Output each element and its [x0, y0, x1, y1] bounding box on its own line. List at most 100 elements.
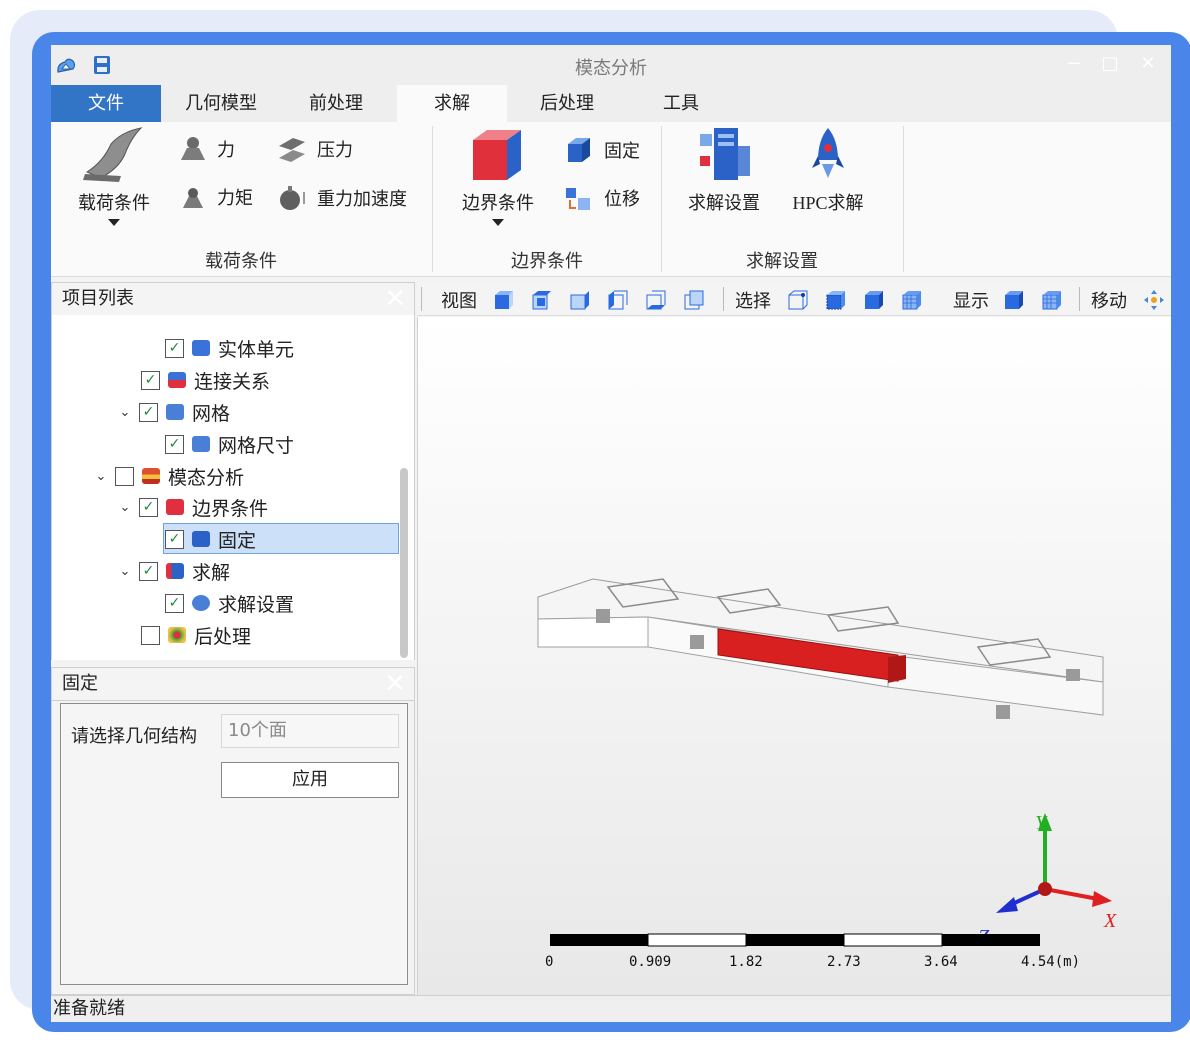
boundary-conditions-button[interactable]: 边界条件: [453, 126, 543, 226]
chevron-down-icon[interactable]: ⌄: [117, 564, 133, 579]
tab-solve[interactable]: 求解: [397, 85, 507, 122]
checkbox[interactable]: ✓: [139, 402, 158, 422]
moment-button[interactable]: 力矩: [179, 184, 253, 210]
select-mesh-icon[interactable]: [901, 289, 923, 311]
tree-item-label: 模态分析: [168, 466, 245, 489]
checkbox[interactable]: [115, 466, 134, 486]
load-group-label: 载荷条件: [205, 251, 277, 272]
select-label: 选择: [735, 291, 771, 312]
display-mesh-icon[interactable]: [1041, 289, 1063, 311]
scale-segment: [746, 934, 844, 946]
hpc-solve-button[interactable]: HPC求解: [783, 126, 873, 215]
pressure-icon: [279, 138, 305, 162]
move-arrows-icon[interactable]: [1143, 289, 1165, 311]
tree-item-solve-settings[interactable]: ✓ 求解设置: [165, 588, 294, 618]
close-button[interactable]: ✕: [1137, 53, 1159, 75]
select-point-icon[interactable]: [787, 289, 809, 311]
scale-segment: [550, 934, 648, 946]
scale-tick-label: 4.54(m): [1021, 954, 1081, 970]
moment-label: 力矩: [217, 188, 253, 209]
minimize-button[interactable]: −: [1063, 53, 1085, 75]
load-conditions-label: 载荷条件: [78, 193, 150, 214]
checkbox[interactable]: ✓: [165, 338, 184, 358]
chevron-down-icon[interactable]: ⌄: [117, 500, 133, 515]
checkbox[interactable]: ✓: [165, 529, 184, 549]
fixed-button[interactable]: 固定: [564, 136, 640, 164]
solve-settings-icon: [700, 128, 750, 180]
geometry-field[interactable]: 10个面: [221, 714, 399, 748]
apply-button[interactable]: 应用: [221, 762, 399, 798]
view-label: 视图: [441, 291, 477, 312]
tree-item-solid-element[interactable]: ✓ 实体单元: [165, 333, 294, 363]
tree-item-mesh[interactable]: ⌄ ✓ 网格: [117, 397, 230, 427]
3d-viewport[interactable]: Y X Z: [417, 317, 1171, 995]
tree-item-label: 网格尺寸: [218, 434, 295, 457]
select-face-icon[interactable]: [825, 289, 847, 311]
gear-icon: [192, 595, 210, 611]
checkbox[interactable]: ✓: [139, 497, 158, 517]
checkbox[interactable]: ✓: [139, 561, 158, 581]
geometry-field-label: 请选择几何结构: [71, 726, 197, 747]
displacement-icon: [566, 188, 590, 210]
hpc-solve-label: HPC求解: [792, 193, 864, 213]
display-label: 显示: [953, 291, 989, 312]
boundary-conditions-icon: [473, 130, 521, 180]
chevron-down-icon[interactable]: ⌄: [93, 469, 109, 484]
view-left-icon[interactable]: [607, 289, 629, 311]
tree-item-label: 网格: [192, 402, 231, 425]
close-icon[interactable]: ✕: [384, 283, 406, 315]
modal-analysis-icon: [142, 468, 160, 484]
project-panel-header: 项目列表 ✕: [51, 282, 415, 316]
view-front-icon[interactable]: [493, 289, 515, 311]
view-back-icon[interactable]: [683, 289, 705, 311]
toolbar-divider: [723, 287, 724, 311]
tree-scrollbar[interactable]: [400, 468, 408, 658]
mesh-size-icon: [192, 436, 210, 452]
solve-icon: [166, 563, 184, 579]
tree-item-postprocess[interactable]: 后处理: [141, 620, 251, 650]
tab-preprocess[interactable]: 前处理: [286, 85, 386, 122]
pressure-button[interactable]: 压力: [277, 136, 353, 162]
view-top-icon[interactable]: [531, 289, 553, 311]
boundary-conditions-label: 边界条件: [462, 193, 534, 214]
checkbox[interactable]: ✓: [141, 370, 160, 390]
select-body-icon[interactable]: [863, 289, 885, 311]
maximize-button[interactable]: □: [1099, 53, 1121, 75]
tree-item-label: 求解设置: [218, 593, 295, 616]
y-axis-label: Y: [1035, 812, 1048, 834]
displacement-button[interactable]: 位移: [564, 184, 640, 212]
tree-item-mesh-size[interactable]: ✓ 网格尺寸: [165, 429, 294, 459]
gravity-button[interactable]: 重力加速度: [277, 184, 407, 212]
checkbox[interactable]: ✓: [165, 434, 184, 454]
x-axis-arrow: [1092, 891, 1112, 907]
tree-item-solve[interactable]: ⌄ ✓ 求解: [117, 556, 230, 586]
tree-item-modal-analysis[interactable]: ⌄ 模态分析: [93, 461, 244, 491]
view-bottom-icon[interactable]: [645, 289, 667, 311]
tree-item-label: 求解: [192, 561, 231, 584]
scale-tick-label: 3.64: [924, 954, 958, 970]
properties-panel: 请选择几何结构 10个面 应用: [51, 700, 415, 995]
fixed-faces-side: [888, 655, 906, 683]
scale-tick-label: 0: [545, 954, 554, 970]
tree-item-boundary-conditions[interactable]: ⌄ ✓ 边界条件: [117, 492, 268, 522]
force-button[interactable]: 力: [179, 136, 235, 162]
close-icon[interactable]: ✕: [384, 668, 406, 700]
scale-tick-label: 2.73: [827, 954, 861, 970]
tab-tools[interactable]: 工具: [631, 85, 731, 122]
display-solid-icon[interactable]: [1003, 289, 1025, 311]
model-view: Y X Z: [537, 578, 1117, 948]
pressure-label: 压力: [317, 140, 353, 161]
tree-item-fixed[interactable]: ✓ 固定: [165, 524, 256, 554]
load-conditions-button[interactable]: 载荷条件: [69, 126, 159, 226]
chevron-down-icon[interactable]: ⌄: [117, 405, 133, 420]
tree-item-connections[interactable]: ✓ 连接关系: [141, 365, 270, 395]
mesh-icon: [166, 404, 184, 420]
solve-settings-button[interactable]: 求解设置: [679, 126, 769, 215]
tab-postprocess[interactable]: 后处理: [517, 85, 617, 122]
checkbox[interactable]: [141, 625, 160, 645]
checkbox[interactable]: ✓: [165, 593, 184, 613]
view-right-icon[interactable]: [569, 289, 591, 311]
tab-geometry[interactable]: 几何模型: [171, 85, 271, 122]
scale-segment: [942, 934, 1040, 946]
tab-file[interactable]: 文件: [51, 85, 161, 122]
